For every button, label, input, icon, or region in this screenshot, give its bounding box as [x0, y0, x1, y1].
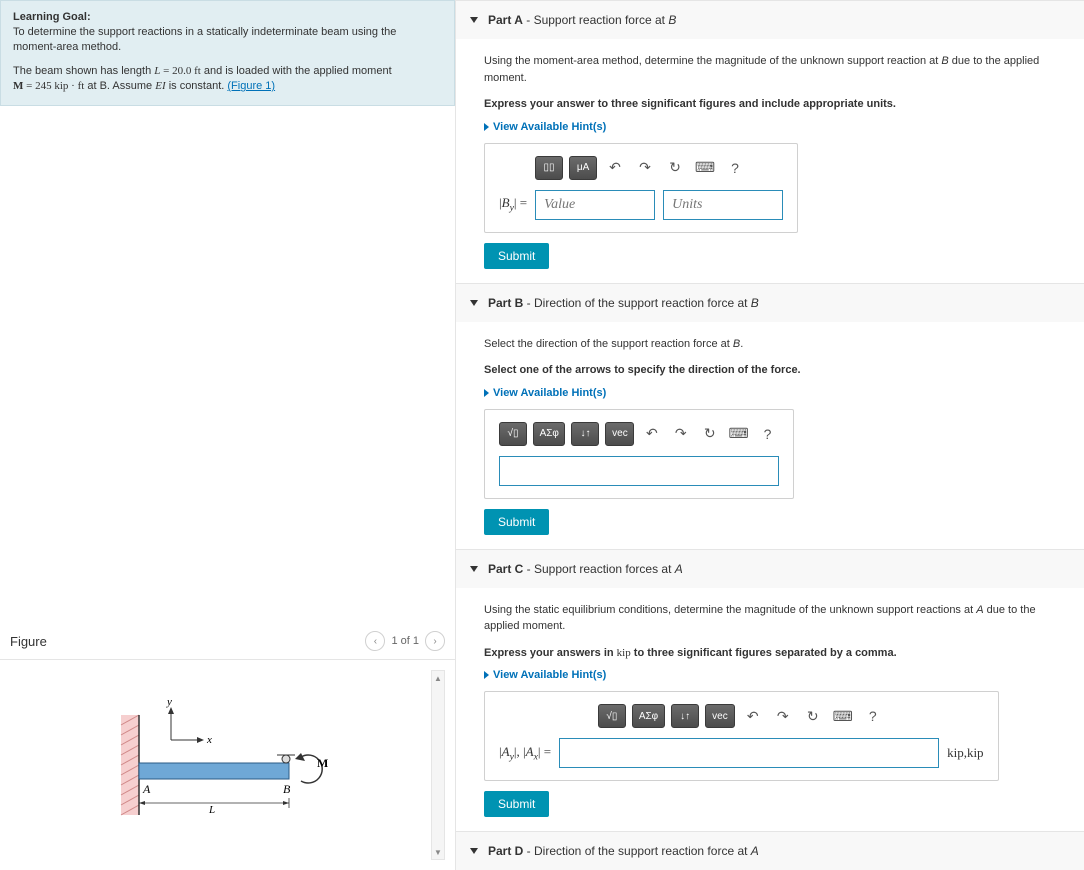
redo-icon[interactable]: ↷	[669, 422, 692, 446]
part-a-instruction: Using the moment-area method, determine …	[484, 53, 1058, 86]
undo-icon[interactable]: ↶	[640, 422, 663, 446]
part-b-format: Select one of the arrows to specify the …	[484, 362, 1058, 379]
vec-button[interactable]: vec	[605, 422, 634, 446]
label-A: A	[142, 782, 151, 796]
label-x: x	[206, 734, 212, 746]
keyboard-icon[interactable]: ⌨	[831, 704, 855, 728]
part-a-title: Part A - Support reaction force at B	[488, 13, 676, 27]
undo-icon[interactable]: ↶	[603, 156, 627, 180]
label-y: y	[166, 696, 172, 708]
help-icon[interactable]: ?	[756, 422, 779, 446]
arrows-button[interactable]: ↓↑	[571, 422, 599, 446]
pager-prev-button[interactable]: ‹	[365, 631, 385, 651]
answer-label-c: |Ay|, |Ax| =	[499, 744, 551, 763]
vec-button[interactable]: vec	[705, 704, 735, 728]
sqrt-button[interactable]: √▯	[499, 422, 527, 446]
label-M: M	[317, 756, 328, 770]
learning-goal-box: Learning Goal: To determine the support …	[0, 0, 455, 106]
greek-button[interactable]: ΑΣφ	[632, 704, 665, 728]
hints-link[interactable]: View Available Hint(s)	[484, 121, 1058, 133]
reset-icon[interactable]: ↻	[801, 704, 825, 728]
part-c-title: Part C - Support reaction forces at A	[488, 562, 683, 576]
collapse-icon[interactable]	[470, 17, 478, 23]
part-c-format: Express your answers in kip to three sig…	[484, 645, 1058, 662]
submit-button[interactable]: Submit	[484, 243, 549, 269]
keyboard-icon[interactable]: ⌨	[693, 156, 717, 180]
reset-icon[interactable]: ↻	[698, 422, 721, 446]
submit-button[interactable]: Submit	[484, 509, 549, 535]
part-c-instruction: Using the static equilibrium conditions,…	[484, 602, 1058, 635]
reset-icon[interactable]: ↻	[663, 156, 687, 180]
part-b: Part B - Direction of the support reacti…	[456, 283, 1084, 549]
submit-button[interactable]: Submit	[484, 791, 549, 817]
collapse-icon[interactable]	[470, 566, 478, 572]
units-button[interactable]: μA	[569, 156, 597, 180]
part-b-title: Part B - Direction of the support reacti…	[488, 296, 759, 310]
figure-pager: ‹ 1 of 1 ›	[365, 631, 445, 651]
pager-count: 1 of 1	[391, 635, 419, 647]
templates-button[interactable]: ▯▯	[535, 156, 563, 180]
figure-canvas: M y x A B L	[10, 670, 431, 860]
part-a-format: Express your answer to three significant…	[484, 96, 1058, 113]
redo-icon[interactable]: ↷	[771, 704, 795, 728]
figure-section: Figure ‹ 1 of 1 ›	[0, 623, 455, 870]
figure-scrollbar[interactable]: ▲ ▼	[431, 670, 445, 860]
learning-goal-p1: To determine the support reactions in a …	[13, 25, 442, 56]
help-icon[interactable]: ?	[861, 704, 885, 728]
part-d-title: Part D - Direction of the support reacti…	[488, 844, 759, 858]
figure-link[interactable]: (Figure 1)	[227, 80, 275, 92]
direction-input[interactable]	[499, 456, 779, 486]
pager-next-button[interactable]: ›	[425, 631, 445, 651]
part-b-instruction: Select the direction of the support reac…	[484, 336, 1058, 353]
undo-icon[interactable]: ↶	[741, 704, 765, 728]
hints-link[interactable]: View Available Hint(s)	[484, 669, 1058, 681]
figure-heading: Figure	[10, 634, 47, 649]
part-a: Part A - Support reaction force at B Usi…	[456, 0, 1084, 283]
greek-button[interactable]: ΑΣφ	[533, 422, 565, 446]
answer-box-a: ▯▯ μA ↶ ↷ ↻ ⌨ ? |By| =	[484, 143, 798, 233]
scroll-down-icon[interactable]: ▼	[432, 845, 444, 859]
learning-goal-p2: The beam shown has length L = 20.0 ft an…	[13, 64, 442, 95]
value-input[interactable]	[559, 738, 939, 768]
part-c: Part C - Support reaction forces at A Us…	[456, 549, 1084, 832]
units-suffix: kip,kip	[947, 745, 983, 761]
answer-label-a: |By| =	[499, 195, 527, 214]
units-input[interactable]	[663, 190, 783, 220]
sqrt-button[interactable]: √▯	[598, 704, 626, 728]
arrows-button[interactable]: ↓↑	[671, 704, 699, 728]
label-B: B	[283, 782, 291, 796]
scroll-up-icon[interactable]: ▲	[432, 671, 444, 685]
answer-box-b: √▯ ΑΣφ ↓↑ vec ↶ ↷ ↻ ⌨ ?	[484, 409, 794, 499]
answer-box-c: √▯ ΑΣφ ↓↑ vec ↶ ↷ ↻ ⌨ ? |Ay|, |Ax| = kip…	[484, 691, 999, 781]
part-d: Part D - Direction of the support reacti…	[456, 831, 1084, 870]
redo-icon[interactable]: ↷	[633, 156, 657, 180]
keyboard-icon[interactable]: ⌨	[727, 422, 750, 446]
collapse-icon[interactable]	[470, 300, 478, 306]
label-L: L	[208, 804, 215, 816]
help-icon[interactable]: ?	[723, 156, 747, 180]
hints-link[interactable]: View Available Hint(s)	[484, 387, 1058, 399]
value-input[interactable]	[535, 190, 655, 220]
learning-goal-title: Learning Goal:	[13, 11, 442, 23]
collapse-icon[interactable]	[470, 848, 478, 854]
